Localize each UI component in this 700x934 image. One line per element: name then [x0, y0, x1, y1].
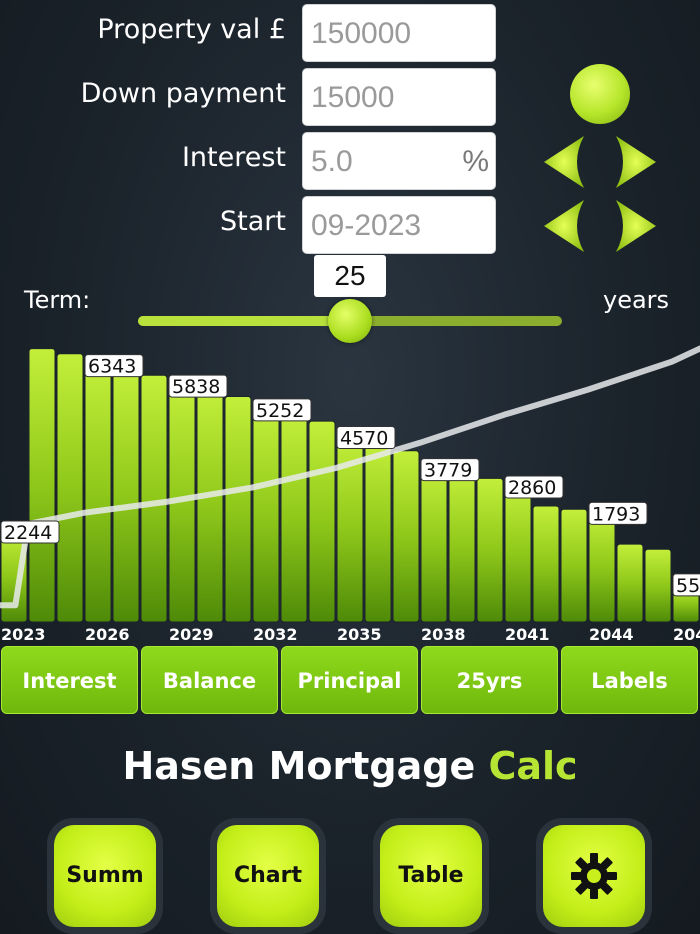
chart-bar: [532, 505, 560, 623]
nav-settings-button[interactable]: [536, 818, 652, 934]
increase-interest-icon[interactable]: [616, 136, 656, 188]
gear-icon: [571, 853, 617, 899]
app-title-accent: Calc: [488, 744, 578, 788]
nav-summary-button[interactable]: Summ: [47, 818, 163, 934]
data-label-text: 3779: [424, 460, 472, 482]
nav-chart-label: Chart: [217, 825, 319, 927]
chart-bar: [644, 548, 672, 623]
term-unit: years: [603, 286, 670, 314]
x-tick-label: 2023: [1, 625, 46, 644]
reset-button[interactable]: [570, 64, 630, 124]
tab-term-years[interactable]: 25yrs: [421, 646, 558, 714]
data-label-text: 2860: [508, 477, 556, 499]
data-label: 1793: [588, 501, 648, 525]
chart-bar: [28, 348, 56, 623]
down-payment-text: 15000: [311, 81, 395, 114]
data-label-text: 4570: [340, 428, 388, 450]
chart-bar: [476, 477, 504, 623]
chart-bar: [196, 390, 224, 623]
chart-bar: [112, 369, 140, 623]
data-label: 2244: [0, 520, 60, 544]
settings-inner: [543, 825, 645, 927]
tab-interest[interactable]: Interest: [1, 646, 138, 714]
chart-bar: [420, 468, 448, 623]
data-label: 4570: [336, 426, 396, 450]
x-tick-label: 2026: [85, 625, 130, 644]
data-label: 3779: [420, 458, 480, 482]
tab-principal[interactable]: Principal: [281, 646, 418, 714]
x-tick-label: 2047: [673, 625, 700, 644]
term-label: Term:: [24, 286, 91, 314]
chart-mode-tabs: Interest Balance Principal 25yrs Labels: [0, 646, 700, 714]
down-payment-input[interactable]: 15000: [302, 68, 496, 126]
data-label-text: 2244: [4, 522, 52, 544]
mortgage-chart[interactable]: 2244 6343 5838 5252 4570 3779 2860 1793 553 2023…: [0, 336, 700, 644]
nav-summary-label: Summ: [54, 825, 156, 927]
data-label: 553: [672, 573, 700, 597]
interest-stepper[interactable]: [540, 130, 660, 194]
chart-bar: [224, 395, 252, 623]
data-label-text: 1793: [592, 503, 640, 525]
app-title-main: Hasen Mortgage: [122, 744, 489, 788]
data-label-text: 553: [676, 575, 700, 597]
data-label: 5252: [252, 398, 312, 422]
data-label-text: 5252: [256, 400, 304, 422]
x-tick-label: 2035: [337, 625, 382, 644]
interest-label: Interest: [181, 142, 286, 173]
chart-bar: [84, 364, 112, 623]
start-date-input[interactable]: 09-2023: [302, 196, 496, 254]
chart-bar: [392, 450, 420, 623]
chart-bar: [308, 420, 336, 623]
data-label-text: 6343: [88, 356, 136, 378]
start-stepper[interactable]: [540, 194, 660, 258]
chart-bar: [280, 414, 308, 623]
chart-bar: [616, 543, 644, 623]
chart-bar: [560, 508, 588, 623]
tab-balance[interactable]: Balance: [141, 646, 278, 714]
nav-table-label: Table: [380, 825, 482, 927]
down-payment-label: Down payment: [80, 78, 286, 109]
property-value-input[interactable]: 150000: [302, 4, 496, 62]
chart-bar: [56, 353, 84, 623]
data-label: 2860: [504, 475, 564, 499]
data-label: 5838: [168, 374, 228, 398]
nav-table-button[interactable]: Table: [373, 818, 489, 934]
x-tick-label: 2041: [505, 625, 550, 644]
interest-text: 5.0: [311, 145, 353, 178]
tab-labels[interactable]: Labels: [561, 646, 698, 714]
chart-bar: [140, 374, 168, 623]
x-tick-label: 2032: [253, 625, 298, 644]
chart-bar: [504, 485, 532, 623]
start-date-text: 09-2023: [311, 209, 422, 242]
x-tick-label: 2038: [421, 625, 466, 644]
decrease-interest-icon[interactable]: [544, 136, 584, 188]
start-label: Start: [220, 206, 286, 237]
x-tick-label: 2044: [589, 625, 634, 644]
chart-bar: [364, 442, 392, 623]
x-tick-label: 2029: [169, 625, 214, 644]
app-title: Hasen Mortgage Calc: [0, 744, 700, 788]
chart-bar: [252, 408, 280, 623]
chart-bar: [588, 511, 616, 623]
data-label: 6343: [84, 354, 144, 378]
property-value-label: Property val £: [97, 14, 286, 45]
interest-input[interactable]: 5.0%: [302, 132, 496, 190]
term-value-bubble: 25: [314, 255, 386, 297]
decrease-start-icon[interactable]: [544, 200, 584, 252]
nav-chart-button[interactable]: Chart: [210, 818, 326, 934]
data-label-text: 5838: [172, 376, 220, 398]
increase-start-icon[interactable]: [616, 200, 656, 252]
property-value-text: 150000: [311, 17, 412, 50]
chart-bar: [448, 472, 476, 623]
percent-unit: %: [462, 145, 489, 178]
term-slider-fill: [138, 316, 350, 326]
